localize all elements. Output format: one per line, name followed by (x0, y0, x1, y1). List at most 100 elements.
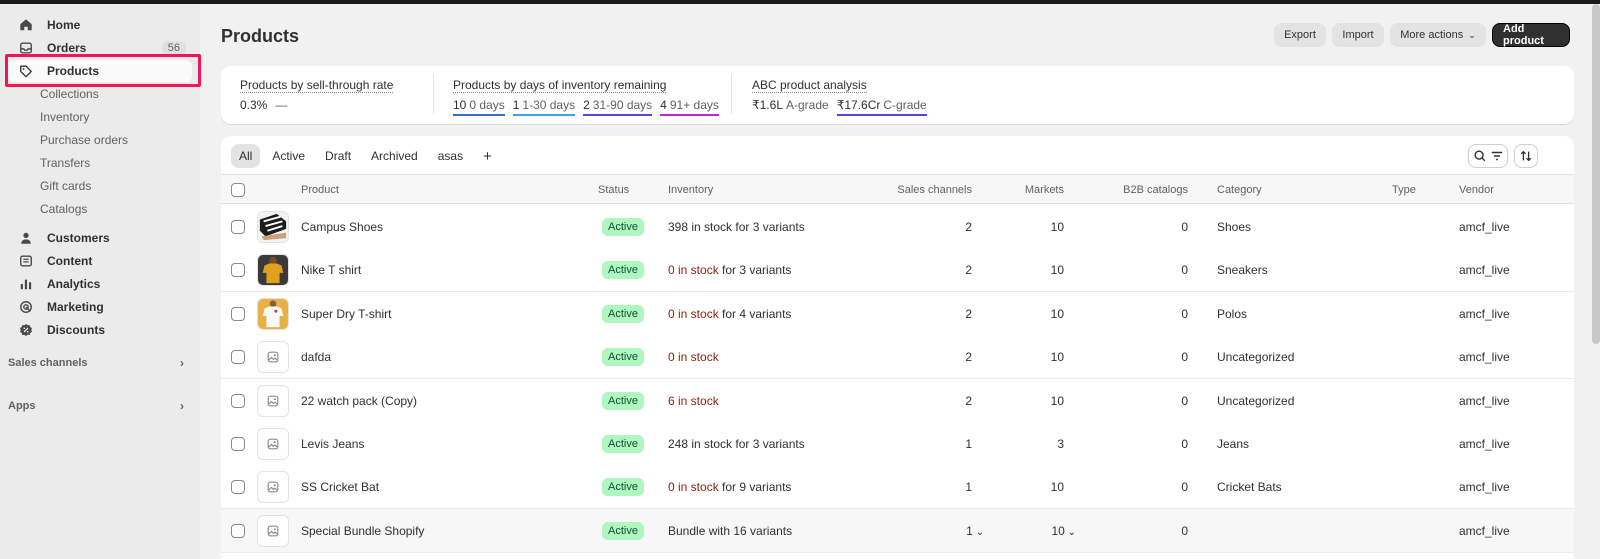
sales-channels-count[interactable]: 1 ⌄ (872, 524, 984, 538)
markets-value: 10 (1050, 393, 1064, 408)
product-name[interactable]: Special Bundle Shopify (301, 524, 424, 538)
column-header-product[interactable]: Product (301, 184, 339, 196)
product-name[interactable]: SS Cricket Bat (301, 480, 379, 494)
inventory-warning: 0 in stock (668, 263, 719, 278)
sidebar-item-discounts[interactable]: Discounts (8, 319, 192, 341)
row-checkbox[interactable] (231, 306, 245, 321)
product-thumbnail[interactable] (257, 254, 289, 287)
metric-segment[interactable]: ₹17.6Cr C-grade (836, 98, 927, 116)
product-name[interactable]: Levis Jeans (301, 437, 364, 451)
metric-segment[interactable]: 10 0 days (453, 98, 505, 116)
import-button[interactable]: Import (1332, 23, 1384, 47)
metric-segment[interactable]: ₹1.6L A-grade (752, 98, 829, 116)
category-cell: Polos (1217, 306, 1248, 321)
column-header-inventory[interactable]: Inventory (668, 184, 713, 196)
markets-count[interactable]: 10 ⌄ (1004, 524, 1076, 538)
sidebar-subitem-collections[interactable]: Collections (40, 85, 99, 103)
status-badge: Active (602, 521, 644, 540)
tab-add-view[interactable]: + (475, 144, 500, 168)
image-placeholder-icon[interactable] (257, 514, 289, 547)
row-checkbox[interactable] (231, 393, 245, 408)
sidebar-subitem-transfers[interactable]: Transfers (40, 154, 90, 172)
table-row[interactable]: dafda Active 0 in stock 2 10 0 Uncategorized am… (221, 335, 1574, 380)
sales-channels-value: 1 (966, 523, 973, 538)
page-scrollbar[interactable] (1592, 4, 1600, 344)
inventory-warning: 0 in stock (668, 306, 719, 321)
sidebar-item-marketing[interactable]: Marketing (8, 296, 192, 318)
tab-asas[interactable]: asas (430, 144, 471, 168)
sidebar-subitem-catalogs[interactable]: Catalogs (40, 200, 87, 218)
tab-all[interactable]: All (231, 144, 261, 168)
more-actions-button[interactable]: More actions ⌄ (1390, 23, 1486, 47)
search-icon (1473, 150, 1485, 162)
markets-count: 3 (1004, 437, 1064, 451)
table-row[interactable]: Levis Jeans Active 248 in stock for 3 vari… (221, 422, 1574, 466)
segment-label: C-grade (883, 98, 927, 112)
sidebar-item-orders[interactable]: Orders 56 (8, 37, 192, 59)
category-cell: Shoes (1217, 220, 1252, 234)
product-thumbnail[interactable] (257, 297, 289, 330)
column-header-type[interactable]: Type (1392, 184, 1416, 196)
column-header-category[interactable]: Category (1217, 184, 1262, 196)
table-row[interactable]: Special Bundle Shopify Active Bundle with … (221, 508, 1574, 553)
product-name[interactable]: Nike T shirt (301, 263, 361, 277)
column-header-status[interactable]: Status (598, 184, 629, 196)
sidebar-item-customers[interactable]: Customers (8, 227, 192, 249)
sidebar-item-home[interactable]: Home (8, 14, 192, 36)
inventory-text: for 4 variants (718, 306, 792, 321)
row-checkbox[interactable] (231, 523, 245, 538)
sidebar-subitem-gift-cards[interactable]: Gift cards (40, 177, 91, 195)
row-checkbox[interactable] (231, 263, 245, 278)
tab-archived[interactable]: Archived (363, 144, 426, 168)
table-row[interactable]: Super Dry T-shirt Active 0 in stock for 4 … (221, 291, 1574, 336)
sidebar-item-analytics[interactable]: Analytics (8, 273, 192, 295)
segment-label: A-grade (786, 98, 829, 112)
metric-segment[interactable]: 4 91+ days (660, 98, 719, 116)
sales-channels-count: 1 (872, 480, 972, 494)
table-row[interactable]: 22 watch pack (Copy) Active 6 in stock 2 10 0… (221, 378, 1574, 423)
status-badge: Active (602, 391, 644, 410)
image-placeholder-icon[interactable] (257, 428, 289, 460)
sidebar-section-sales-channels[interactable]: Sales channels › (8, 356, 192, 370)
image-placeholder-icon[interactable] (257, 471, 289, 504)
column-header-markets[interactable]: Markets (1004, 184, 1064, 196)
product-name[interactable]: Campus Shoes (301, 220, 383, 234)
product-thumbnail[interactable] (257, 211, 289, 243)
metric-segment[interactable]: 2 31-90 days (583, 98, 653, 116)
table-row[interactable]: Nike T shirt Active 0 in stock for 3 varia… (221, 248, 1574, 293)
sales-channels-value: 1 (965, 480, 972, 495)
sidebar-subitem-purchase-orders[interactable]: Purchase orders (40, 131, 128, 149)
row-checkbox[interactable] (231, 480, 245, 495)
markets-value: 10 (1050, 220, 1064, 234)
row-checkbox[interactable] (231, 437, 245, 451)
image-placeholder-icon[interactable] (257, 341, 289, 374)
row-checkbox[interactable] (231, 350, 245, 365)
tab-active[interactable]: Active (264, 144, 313, 168)
add-product-button[interactable]: Add product (1492, 23, 1570, 47)
column-header-vendor[interactable]: Vendor (1459, 184, 1494, 196)
category-cell: Jeans (1217, 437, 1250, 451)
image-placeholder-icon[interactable] (257, 384, 289, 417)
sidebar-section-apps[interactable]: Apps › (8, 399, 192, 413)
sidebar-item-content[interactable]: Content (8, 250, 192, 272)
content-icon (18, 253, 34, 269)
sidebar-subitem-inventory[interactable]: Inventory (40, 108, 89, 126)
column-header-b2b-catalogs[interactable]: B2B catalogs (1107, 184, 1188, 196)
table-row[interactable]: SS Cricket Bat Active 0 in stock for 9 var… (221, 465, 1574, 510)
table-row[interactable]: Campus Shoes Active 398 in stock for 3 var… (221, 205, 1574, 249)
row-checkbox[interactable] (231, 220, 245, 234)
select-all-checkbox[interactable] (231, 183, 245, 197)
export-button[interactable]: Export (1274, 23, 1326, 47)
sort-button[interactable] (1514, 144, 1538, 168)
metric-segment[interactable]: 1 1-30 days (512, 98, 576, 116)
product-name[interactable]: dafda (301, 350, 331, 364)
tab-draft[interactable]: Draft (317, 144, 359, 168)
inventory-text: Bundle with 16 variants (668, 523, 793, 538)
product-name[interactable]: Super Dry T-shirt (301, 307, 391, 321)
sidebar-item-products[interactable]: Products (8, 60, 192, 82)
chevron-down-icon: ⌄ (972, 526, 984, 538)
search-filter-button[interactable] (1468, 144, 1508, 168)
product-name[interactable]: 22 watch pack (Copy) (301, 394, 417, 408)
column-header-sales-channels[interactable]: Sales channels (872, 184, 972, 196)
inventory-cell: 0 in stock for 3 variants (668, 263, 791, 277)
